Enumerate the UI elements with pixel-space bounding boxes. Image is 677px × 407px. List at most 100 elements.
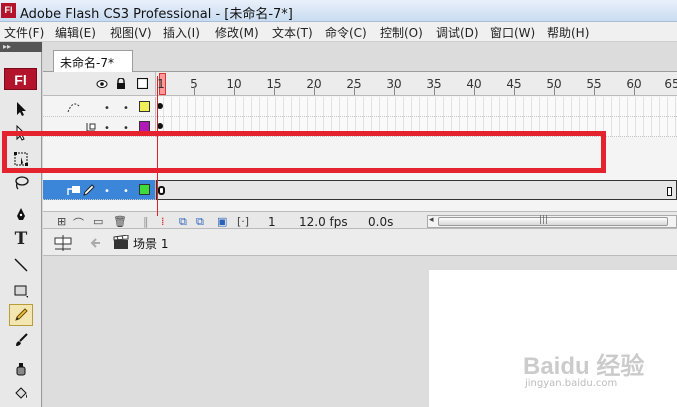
brush-tool[interactable] [9,329,33,351]
lasso-icon [15,176,29,190]
pen-tool[interactable] [9,204,33,226]
menu-help[interactable]: 帮助(H) [547,24,589,41]
ruler-tick [634,86,635,95]
scroll-thumb[interactable]: ||| [438,215,668,226]
tools-panel: ▸▸ Fl T [0,42,42,407]
document-tab-bar: 未命名-7* [43,42,677,72]
pencil-icon [83,184,95,196]
edit-multiple-frames-icon[interactable]: ▣ [217,215,227,228]
scroll-left-arrow[interactable]: ◂ [429,215,434,225]
visibility-dot[interactable]: • [104,186,110,197]
menu-edit[interactable]: 编辑(E) [55,24,96,41]
onion-outline-icon[interactable]: ⧉ [196,215,204,229]
ruler-tick [354,86,355,95]
rectangle-tool[interactable] [9,280,33,302]
motion-guide-icon [67,103,81,113]
paint-bucket-icon [15,387,27,399]
frame-strip[interactable] [156,180,677,200]
line-tool[interactable] [9,254,33,276]
scroll-grip: ||| [539,215,549,225]
text-tool[interactable]: T [9,228,33,250]
lock-dot[interactable]: • [123,123,129,134]
menu-window[interactable]: 窗口(W) [490,24,535,41]
layer-row-guided[interactable]: • • [43,117,677,137]
hollow-arrow-icon [16,125,28,141]
ruler-tick [554,86,555,95]
ink-bottle-tool[interactable] [9,358,33,380]
timeline-panel: 1 5 10 15 20 25 30 35 40 45 50 55 60 65 [43,72,677,232]
arrow-icon [17,102,26,116]
edit-bar: 场景 1 [43,228,677,256]
menu-debug[interactable]: 调试(D) [436,24,479,41]
app-icon: Fl [1,3,16,18]
selection-tool[interactable] [9,98,33,120]
ruler-tick [274,86,275,95]
layer-name-cell[interactable]: • • [43,117,156,137]
flash-window: Fl Adobe Flash CS3 Professional - [未命名-7… [0,0,677,407]
lock-dot[interactable]: • [123,186,129,197]
frame-strip[interactable] [156,117,677,137]
frame-rate[interactable]: 12.0 fps [299,215,348,229]
menu-view[interactable]: 视图(V) [110,24,152,41]
layer-row-selected[interactable]: • • [43,180,677,200]
visibility-dot[interactable]: • [104,123,110,134]
lock-icon[interactable] [116,78,126,90]
pencil-icon [15,308,28,321]
trash-icon[interactable]: 🗑 [113,215,127,228]
layer-outline-swatch[interactable] [139,101,150,112]
ruler-tick [234,86,235,95]
onion-skin-icon[interactable]: ⧉ [179,215,187,229]
brush-icon [16,333,28,346]
stage-area[interactable]: Baidu 经验 jingyan.baidu.com [43,256,677,407]
timeline-hscroll[interactable]: ◂ ||| [427,215,677,228]
add-layer-icon[interactable]: ⊞ [57,215,66,228]
transform-icon [14,152,28,166]
menu-text[interactable]: 文本(T) [272,24,313,41]
add-folder-icon[interactable]: ▭ [93,215,103,228]
pencil-tool[interactable] [9,304,33,326]
outline-icon[interactable] [137,78,148,89]
elapsed-time: 0.0s [368,215,394,229]
scroll-handle-icon[interactable]: ‖ [143,215,149,228]
menu-modify[interactable]: 修改(M) [215,24,259,41]
center-frame-icon[interactable]: ⁞ [161,215,165,228]
scene-label[interactable]: 场景 1 [133,235,168,252]
document-area: 未命名-7* 1 5 10 15 20 25 30 35 40 45 50 55… [43,42,677,407]
guided-layer-icon [86,123,96,132]
layer-row-guide[interactable]: • • [43,97,677,117]
subselection-tool[interactable] [9,122,33,144]
layer-name-cell[interactable]: • • [43,97,156,117]
layer-icon [67,186,80,195]
ruler-label: 65 [664,77,677,91]
current-frame: 1 [268,215,276,229]
layer-outline-swatch[interactable] [139,184,150,195]
document-tab[interactable]: 未命名-7* [53,50,133,72]
line-icon [14,258,28,272]
ruler-tick [474,86,475,95]
keyframe[interactable] [158,186,165,195]
eye-icon[interactable] [96,79,108,89]
modify-markers-icon[interactable]: [·] [237,215,249,228]
back-arrow-icon[interactable] [89,237,101,249]
menu-control[interactable]: 控制(O) [380,24,423,41]
pen-icon [17,208,25,220]
layer-outline-swatch[interactable] [139,121,150,132]
visibility-dot[interactable]: • [104,103,110,114]
ruler-tick [594,86,595,95]
watermark: Baidu 经验 [523,353,645,380]
end-frame-marker[interactable] [667,187,672,196]
layer-name-cell[interactable]: • • [43,180,156,200]
menu-commands[interactable]: 命令(C) [325,24,367,41]
lock-dot[interactable]: • [123,103,129,114]
paint-bucket-tool[interactable] [9,382,33,404]
frame-strip[interactable] [156,97,677,117]
flash-logo: Fl [4,68,37,90]
tools-panel-header[interactable]: ▸▸ [0,42,42,52]
timeline-toggle-icon[interactable] [53,234,73,252]
menu-file[interactable]: 文件(F) [4,24,44,41]
rectangle-icon [14,285,28,298]
frame-ruler[interactable]: 1 5 10 15 20 25 30 35 40 45 50 55 60 65 [156,72,677,96]
lasso-tool[interactable] [9,172,33,194]
free-transform-tool[interactable] [9,148,33,170]
menu-insert[interactable]: 插入(I) [163,24,200,41]
